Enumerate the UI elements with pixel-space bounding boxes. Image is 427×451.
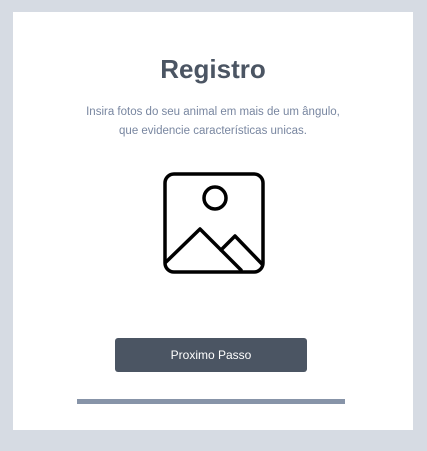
image-placeholder-icon[interactable] bbox=[163, 172, 265, 274]
progress-bar-fill bbox=[77, 399, 345, 404]
next-step-button[interactable]: Proximo Passo bbox=[115, 338, 307, 372]
progress-bar bbox=[77, 399, 345, 404]
page-title: Registro bbox=[160, 54, 266, 84]
instructions-text: Insira fotos do seu animal em mais de um… bbox=[86, 106, 340, 137]
registration-card: Registro Insira fotos do seu animal em m… bbox=[13, 12, 413, 430]
